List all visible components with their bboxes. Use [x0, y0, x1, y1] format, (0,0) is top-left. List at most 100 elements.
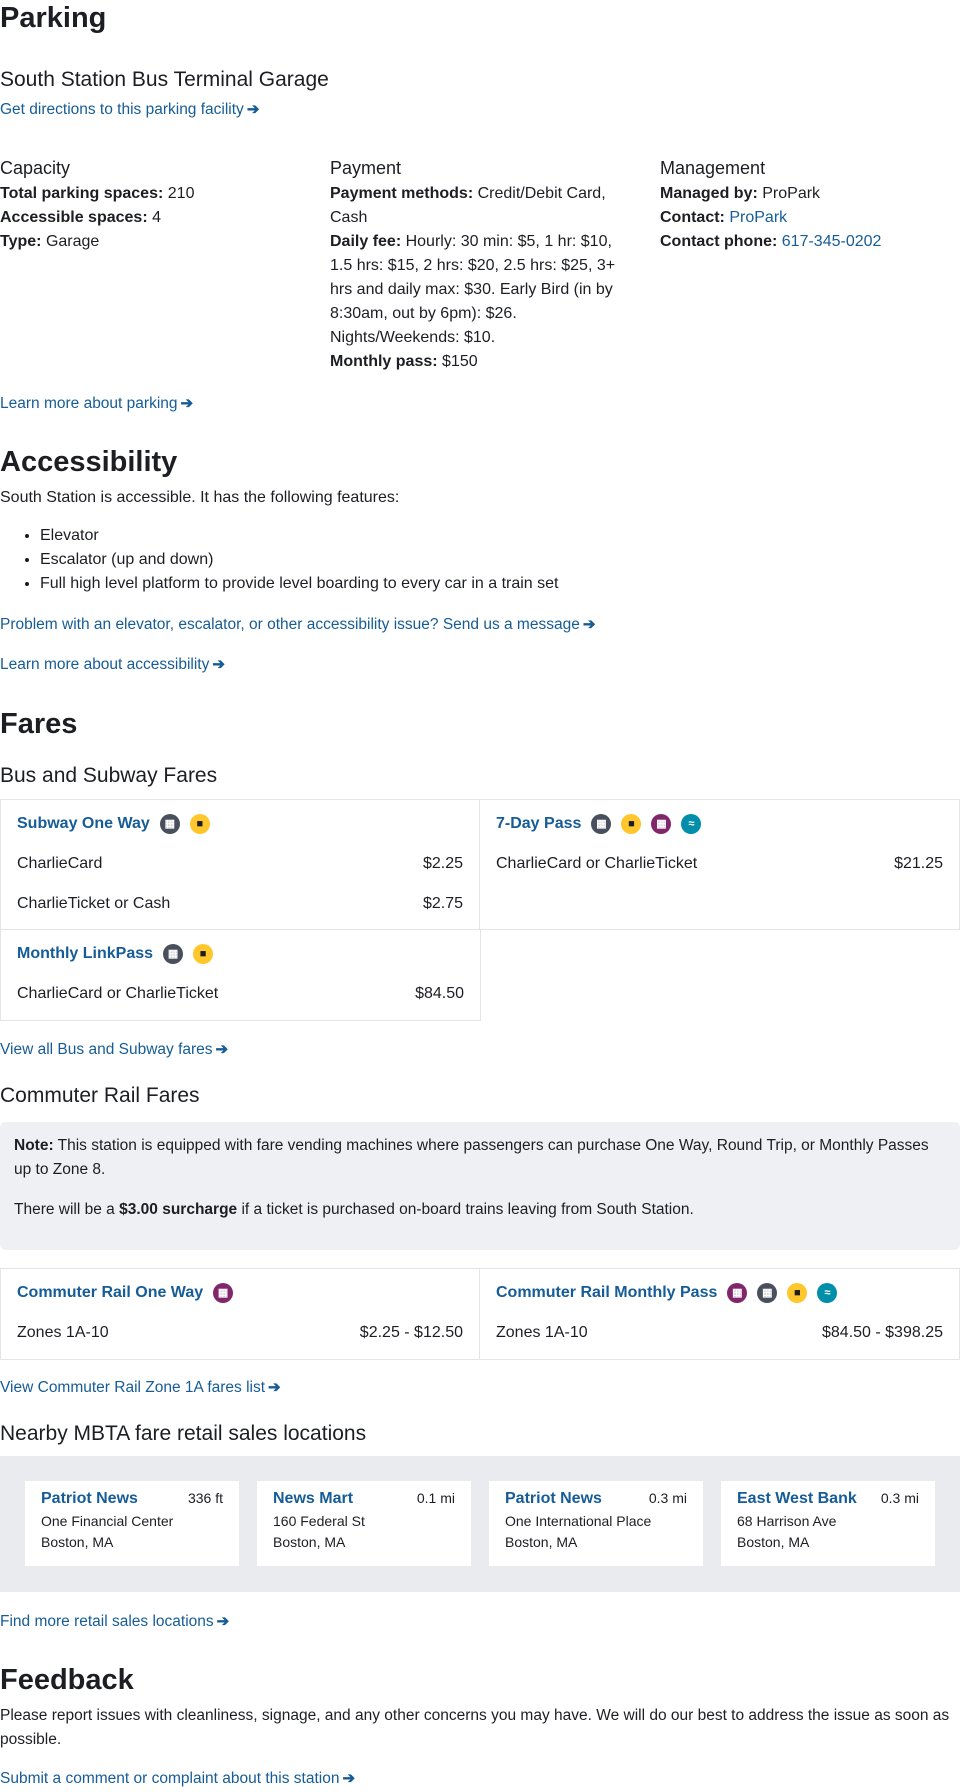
surcharge-text: There will be a $3.00 surcharge if a tic…: [14, 1201, 694, 1218]
fare-row: Zones 1A-10 $2.25 - $12.50: [17, 1324, 463, 1341]
management-title: Management: [660, 158, 766, 178]
fares-heading: Fares: [0, 708, 78, 740]
fare-row: Zones 1A-10 $84.50 - $398.25: [496, 1324, 943, 1341]
fare-name[interactable]: Monthly LinkPass ▦ ■: [17, 942, 464, 966]
ferry-icon: ≈: [681, 814, 702, 834]
subway-icon: ▦: [163, 944, 184, 964]
retail-city: Boston, MA: [505, 1534, 578, 1550]
contact: Contact: ProPark: [660, 209, 788, 226]
find-more-retail-link[interactable]: Find more retail sales locations: [0, 1613, 214, 1630]
list-item: Full high level platform to provide leve…: [40, 572, 558, 596]
daily-fee: Daily fee: Hourly: 30 min: $5, 1 hr: $10…: [330, 233, 616, 346]
subway-icon: ▦: [757, 1283, 778, 1303]
learn-access-wrap[interactable]: Learn more about accessibility ➔: [0, 653, 225, 677]
contact-link[interactable]: ProPark: [729, 209, 787, 226]
capacity-column: Capacity Total parking spaces: 210 Acces…: [0, 156, 320, 254]
feedback-link-wrap[interactable]: Submit a comment or complaint about this…: [0, 1768, 355, 1790]
list-item: Elevator: [40, 524, 558, 548]
problem-link-wrap[interactable]: Problem with an elevator, escalator, or …: [0, 613, 595, 637]
fare-row: CharlieCard or CharlieTicket $21.25: [496, 855, 943, 872]
retail-name-link[interactable]: News Mart: [273, 1487, 353, 1511]
retail-distance: 0.3 mi: [880, 1490, 919, 1506]
bus-subway-title: Bus and Subway Fares: [0, 764, 218, 787]
fare-name[interactable]: Commuter Rail Monthly Pass ▦ ▦ ■ ≈: [496, 1281, 943, 1305]
management-column: Management Managed by: ProPark Contact: …: [660, 156, 950, 254]
list-item: Escalator (up and down): [40, 548, 558, 572]
retail-card: Patriot News 336 ft One Financial Center …: [25, 1481, 239, 1566]
fare-card-cr-monthly: Commuter Rail Monthly Pass ▦ ▦ ■ ≈ Zones…: [479, 1268, 960, 1360]
fare-card-cr-one-way: Commuter Rail One Way ▦ Zones 1A-10 $2.25…: [0, 1268, 480, 1360]
contact-phone: Contact phone: 617-345-0202: [660, 233, 882, 250]
submit-comment-link[interactable]: Submit a comment or complaint about this…: [0, 1770, 339, 1787]
arrow-right-icon: ➔: [212, 656, 225, 673]
directions-link[interactable]: Get directions to this parking facility: [0, 101, 244, 118]
bus-icon: ■: [189, 814, 210, 834]
fare-row: CharlieTicket or Cash $2.75: [17, 895, 463, 912]
feature-list: Elevator Escalator (up and down) Full hi…: [40, 524, 558, 596]
retail-address: One International Place: [505, 1513, 652, 1529]
subway-icon: ▦: [159, 814, 180, 834]
arrow-right-icon: ➔: [582, 616, 596, 633]
fare-card-7-day-pass: 7-Day Pass ▦ ■ ▦ ≈ CharlieCard or Charli…: [479, 799, 960, 930]
phone-link[interactable]: 617-345-0202: [782, 233, 882, 250]
capacity-title: Capacity: [0, 158, 71, 178]
view-cr-fares-link[interactable]: View Commuter Rail Zone 1A fares list: [0, 1379, 265, 1396]
feedback-text: Please report issues with cleanliness, s…: [0, 1707, 950, 1748]
ferry-icon: ≈: [817, 1283, 838, 1303]
bus-icon: ■: [193, 944, 214, 964]
arrow-right-icon: ➔: [215, 1041, 229, 1058]
accessible-spaces: Accessible spaces: 4: [0, 209, 162, 226]
learn-parking-wrap[interactable]: Learn more about parking ➔: [0, 392, 193, 416]
bus-icon: ■: [621, 814, 642, 834]
learn-parking-link[interactable]: Learn more about parking: [0, 395, 178, 412]
problem-link[interactable]: Problem with an elevator, escalator, or …: [0, 616, 580, 633]
accessibility-intro: South Station is accessible. It has the …: [0, 489, 400, 506]
bus-icon: ■: [787, 1283, 808, 1303]
retail-city: Boston, MA: [737, 1534, 810, 1550]
fare-row: CharlieCard or CharlieTicket $84.50: [17, 985, 464, 1002]
retail-distance: 0.3 mi: [648, 1490, 687, 1506]
commuter-note: Note: This station is equipped with fare…: [0, 1122, 960, 1250]
retail-card: News Mart 0.1 mi 160 Federal St Boston, M…: [257, 1481, 471, 1566]
retail-name-link[interactable]: Patriot News: [505, 1487, 602, 1511]
parking-type: Type: Garage: [0, 233, 100, 250]
retail-address: 68 Harrison Ave: [737, 1513, 837, 1529]
fare-name[interactable]: Subway One Way ▦ ■: [17, 812, 463, 836]
view-bus-fares-link[interactable]: View all Bus and Subway fares: [0, 1041, 213, 1058]
retail-card: East West Bank 0.3 mi 68 Harrison Ave Bos…: [721, 1481, 935, 1566]
retail-distance: 0.1 mi: [416, 1490, 455, 1506]
commuter-rail-icon: ▦: [651, 814, 672, 834]
retail-city: Boston, MA: [273, 1534, 346, 1550]
arrow-right-icon: ➔: [180, 395, 194, 412]
view-cr-wrap[interactable]: View Commuter Rail Zone 1A fares list ➔: [0, 1376, 281, 1400]
commuter-title: Commuter Rail Fares: [0, 1084, 200, 1107]
find-more-wrap[interactable]: Find more retail sales locations ➔: [0, 1610, 229, 1634]
managed-by: Managed by: ProPark: [660, 185, 821, 202]
feedback-heading: Feedback: [0, 1664, 134, 1696]
directions-link-wrap[interactable]: Get directions to this parking facility ➔: [0, 98, 259, 122]
retail-locations: Patriot News 336 ft One Financial Center …: [0, 1456, 960, 1592]
arrow-right-icon: ➔: [268, 1379, 281, 1396]
arrow-right-icon: ➔: [342, 1770, 356, 1787]
retail-name-link[interactable]: Patriot News: [41, 1487, 138, 1511]
payment-column: Payment Payment methods: Credit/Debit Ca…: [330, 156, 620, 374]
note-text: Note: This station is equipped with fare…: [14, 1137, 929, 1178]
fare-name[interactable]: 7-Day Pass ▦ ■ ▦ ≈: [496, 812, 943, 836]
commuter-rail-icon: ▦: [727, 1283, 748, 1303]
view-bus-wrap[interactable]: View all Bus and Subway fares ➔: [0, 1038, 228, 1062]
fare-card-subway-one-way: Subway One Way ▦ ■ CharlieCard $2.25 Char…: [0, 799, 480, 930]
total-spaces: Total parking spaces: 210: [0, 185, 195, 202]
retail-name-link[interactable]: East West Bank: [737, 1487, 857, 1511]
fare-name[interactable]: Commuter Rail One Way ▦: [17, 1281, 463, 1305]
commuter-rail-icon: ▦: [213, 1283, 234, 1303]
garage-name: South Station Bus Terminal Garage: [0, 68, 329, 91]
subway-icon: ▦: [591, 814, 612, 834]
fare-card-monthly-linkpass: Monthly LinkPass ▦ ■ CharlieCard or Char…: [0, 929, 481, 1021]
monthly-pass: Monthly pass: $150: [330, 353, 478, 370]
learn-accessibility-link[interactable]: Learn more about accessibility: [0, 656, 209, 673]
retail-title: Nearby MBTA fare retail sales locations: [0, 1422, 367, 1445]
retail-address: 160 Federal St: [273, 1513, 365, 1529]
accessibility-heading: Accessibility: [0, 446, 178, 478]
arrow-right-icon: ➔: [216, 1613, 230, 1630]
fare-row: CharlieCard $2.25: [17, 855, 463, 872]
